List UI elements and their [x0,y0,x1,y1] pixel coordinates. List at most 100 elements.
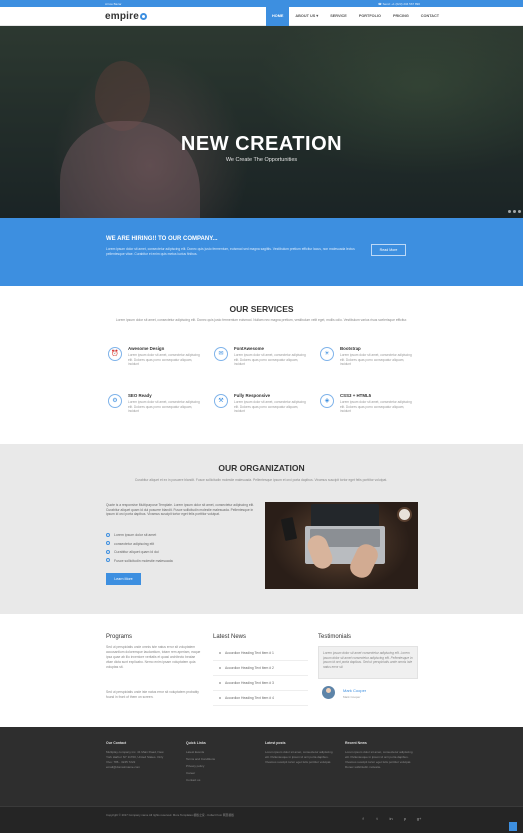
news-item[interactable]: Accordion Heading Text Item # 1 [213,646,308,661]
main-nav: HOME ABOUT US ▾ SERVICE PORTFOLIO PRICIN… [266,7,445,26]
organization-description: Curabitur aliquet et ex in posuere bland… [134,478,388,482]
check-icon [106,558,110,562]
list-item: Curabitur aliquet quam id dui [106,549,256,558]
twitter-icon[interactable]: t [374,816,380,821]
check-icon [106,549,110,554]
organization-text: Quote is a responsive Multipurpose Templ… [106,503,255,517]
programs-title: Programs [106,634,133,640]
slider-dot[interactable] [508,210,511,213]
news-item[interactable]: Accordion Heading Text Item # 3 [213,676,308,691]
footer-link[interactable]: Contact us [186,778,200,783]
footer-contact-title: Our Contact [106,741,127,745]
service-text: Lorem ipsum dolor sit amet, consectetur … [340,400,412,414]
service-text: Lorem ipsum dolor sit amet, consectetur … [128,400,200,414]
service-item: ◈ CSS3 + HTML5 Lorem ipsum dolor sit ame… [320,393,420,430]
organization-title: OUR ORGANIZATION [218,463,305,473]
footer-link[interactable]: Privacy policy [186,764,204,769]
footer-link[interactable]: Terms and Conditions [186,757,215,762]
bullet-icon [219,682,221,684]
news-title: Latest News [213,634,247,640]
learn-more-button[interactable]: Learn More [106,573,141,585]
logo-text: empire [105,11,139,22]
service-item: ⚒ Fully Responsive Lorem ipsum dolor sit… [214,393,314,430]
footer-link[interactable]: Career [186,771,195,776]
nav-contact[interactable]: CONTACT [415,7,445,26]
google-plus-icon[interactable]: g+ [416,816,422,821]
hero-subtitle: We Create The Opportunities [225,157,298,163]
service-text: Lorem ipsum dolor sit amet, consectetur … [340,353,412,367]
organization-list: Lorem ipsum dolor sit amet consectetur a… [106,532,256,566]
back-to-top-button[interactable] [509,822,517,831]
service-title: SEO Ready [128,393,152,398]
footer-link[interactable]: Latest Events [186,750,204,755]
list-item-label: consectetur adipiscing elit [114,541,155,546]
service-title: CSS3 + HTML5 [340,393,372,398]
nav-about[interactable]: ABOUT US ▾ [289,7,324,26]
programs-text-2: Sed ut perspiciatis unde iste natus erro… [106,690,199,699]
nav-service[interactable]: SERVICE [324,7,353,26]
tools-icon: ⚒ [214,394,228,408]
bullet-icon [219,652,221,654]
service-text: Lorem ipsum dolor sit amet, consectetur … [234,353,306,367]
laptop-screen [311,504,379,526]
slider-dot[interactable] [513,210,516,213]
logo-circle-icon [140,13,147,20]
news-item-label: Accordion Heading Text Item # 2 [225,666,274,670]
nav-home[interactable]: HOME [266,7,290,26]
pinterest-icon[interactable]: p [402,816,408,821]
nav-portfolio[interactable]: PORTFOLIO [353,7,387,26]
services-title: OUR SERVICES [229,304,294,314]
hiring-text: Lorem ipsum dolor sit amet, consectetur … [106,247,355,256]
social-links: f t in p g+ [360,816,422,821]
list-item-label: Curabitur aliquet quam id dui [114,550,159,554]
footer-recent-title: Recent News [345,741,367,745]
read-more-button[interactable]: Read More [371,244,406,256]
footer-recent-text: Lorem ipsum dolor sit amet, consectetur … [345,750,413,769]
news-item[interactable]: Accordion Heading Text Item # 2 [213,661,308,676]
check-icon [106,541,110,545]
envelope-icon: ✉ [214,347,228,361]
programs-text: Sed ut perspiciatis unde omnis iste natu… [106,645,201,669]
cup-shape [397,507,412,522]
nav-pricing[interactable]: PRICING [387,7,415,26]
bullet-icon [219,667,221,669]
testimonial-role: Mark Cooper [343,695,361,699]
list-item: Lorem ipsum dolor sit amet [106,532,256,541]
service-title: Awesome Design [128,346,165,351]
slider-dot[interactable] [518,210,521,213]
hiring-title: WE ARE HIRING!! TO OUR COMPANY... [106,236,218,242]
laptop-photo [265,502,418,589]
list-item-label: Fusce sollicitudin molestie malesuada [114,558,173,563]
service-title: Bootstrap [340,346,361,351]
footer-latest-title: Latest posts [265,741,286,745]
slider-dots[interactable] [508,210,521,213]
logo[interactable]: empire [105,11,147,22]
hero-title: NEW CREATION [180,133,343,155]
linkedin-icon[interactable]: in [388,816,394,821]
news-item-label: Accordion Heading Text Item # 1 [225,651,274,655]
footer-links-title: Quick Links [186,741,206,745]
service-title: Fully Responsive [234,393,271,398]
alarm-icon: ⏰ [108,347,122,361]
phone-shape [280,516,298,542]
avatar-face [326,688,331,693]
css3-icon: ◈ [320,394,334,408]
news-item-label: Accordion Heading Text Item # 4 [225,696,274,700]
hero-slider: NEW CREATION We Create The Opportunities [0,26,523,218]
facebook-icon[interactable]: f [360,816,366,821]
service-item: ☀ Bootstrap Lorem ipsum dolor sit amet, … [320,346,420,383]
gear-icon: ⚙ [108,394,122,408]
list-item-label: Lorem ipsum dolor sit amet [114,533,157,537]
news-item[interactable]: Accordion Heading Text Item # 4 [213,691,308,706]
hiring-banner: WE ARE HIRING!! TO OUR COMPANY... Lorem … [0,218,523,286]
service-text: Lorem ipsum dolor sit amet, consectetur … [234,400,306,414]
service-text: Lorem ipsum dolor sit amet, consectetur … [128,353,200,367]
bullet-icon [219,697,221,699]
list-item: Fusce sollicitudin molestie malesuada [106,558,256,567]
service-title: FontAwesome [234,346,264,351]
copyright-text: Copyright © 2017 Company name All rights… [106,813,235,817]
list-item: consectetur adipiscing elit [106,541,256,550]
check-icon [106,532,110,537]
services-description: Lorem ipsum dolor sit amet, consectetur … [115,318,408,322]
testimonials-title: Testimonials [318,634,352,640]
